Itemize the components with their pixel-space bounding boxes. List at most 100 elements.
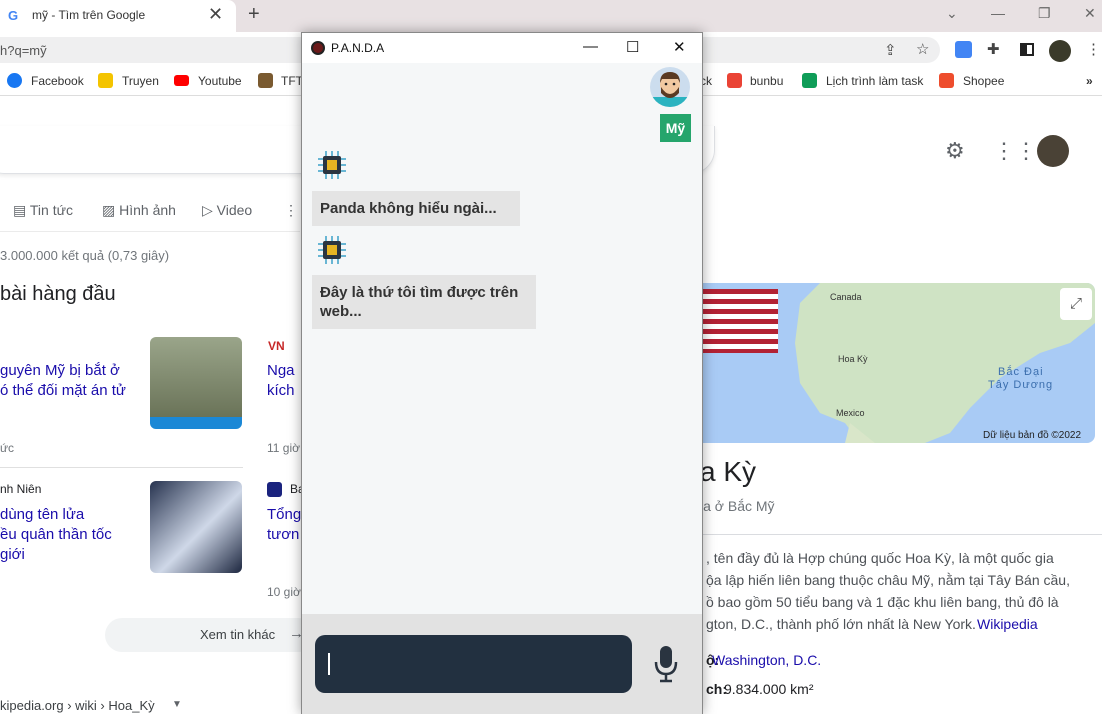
panda-close-icon[interactable]: ✕ — [673, 38, 686, 56]
panda-titlebar[interactable]: P.A.N.D.A — ☐ ✕ — [302, 33, 702, 63]
panda-maximize-icon[interactable]: ☐ — [626, 38, 639, 56]
account-avatar[interactable] — [1037, 135, 1069, 167]
gmail-icon — [727, 73, 742, 88]
divider — [0, 231, 300, 232]
area-value: 9.834.000 km² — [724, 681, 814, 697]
menu-icon[interactable]: ⋮ — [1086, 40, 1101, 58]
translate-extension-icon[interactable] — [955, 41, 972, 58]
tab-more-partial[interactable]: ⋮ — [284, 202, 298, 219]
sidepanel-icon[interactable] — [1020, 43, 1034, 56]
sheets-icon — [802, 73, 817, 88]
browser-tab[interactable]: G mỹ - Tìm trên Google ✕ — [0, 0, 236, 32]
map-label: Canada — [830, 292, 862, 302]
message-input[interactable] — [315, 635, 632, 693]
news-title[interactable]: kích — [267, 381, 295, 401]
settings-gear-icon[interactable]: ⚙ — [945, 138, 965, 164]
map-label: Bắc Đại — [998, 366, 1044, 378]
tab-search-icon[interactable]: ⌄ — [946, 5, 958, 22]
breadcrumb[interactable]: kipedia.org › wiki › Hoa_Kỳ — [0, 698, 155, 713]
kp-desc-line: ộa lập hiến liên bang thuộc châu Mỹ, nằm… — [706, 572, 1070, 588]
news-title[interactable]: giới — [0, 545, 25, 565]
news-meta: 10 giờ — [267, 585, 301, 599]
panda-minimize-icon[interactable]: — — [583, 38, 598, 55]
kp-subtitle: ia ở Bắc Mỹ — [700, 498, 775, 514]
tab-video-label: Video — [216, 202, 253, 218]
bookmark-star-icon[interactable]: ☆ — [916, 40, 929, 58]
text-caret — [328, 653, 330, 675]
bookmark-truyen[interactable]: Truyen — [122, 74, 159, 88]
result-count: 3.000.000 kết quả (0,73 giây) — [0, 248, 170, 263]
user-avatar — [650, 67, 690, 107]
news-title[interactable]: Tổng — [267, 505, 301, 525]
tft-icon — [258, 73, 273, 88]
news-title[interactable]: ều quân thần tốc — [0, 525, 112, 545]
panda-window: P.A.N.D.A — ☐ ✕ Mỹ Panda không hiểu ngài… — [301, 32, 703, 714]
youtube-icon — [174, 75, 189, 86]
top-stories-heading: bài hàng đầu — [0, 283, 116, 305]
bot-message: Panda không hiểu ngài... — [312, 191, 520, 226]
map-label: Mexico — [836, 408, 865, 418]
bookmark-lich-trinh[interactable]: Lịch trình làm task — [826, 74, 923, 88]
kp-desc-line: ồ bao gồm 50 tiểu bang và 1 đặc khu liên… — [706, 594, 1059, 610]
facebook-icon — [7, 73, 22, 88]
caret-down-icon[interactable]: ▼ — [172, 699, 182, 710]
kp-desc-line: gton, D.C., thành phố lớn nhất là New Yo… — [706, 616, 976, 632]
share-icon[interactable]: ⇪ — [884, 41, 897, 59]
vnexpress-logo: VN — [268, 339, 285, 353]
kp-desc-line: , tên đầy đủ là Hợp chúng quốc Hoa Kỳ, l… — [706, 550, 1054, 566]
nld-logo-icon — [267, 482, 282, 497]
news-title[interactable]: tươn — [267, 525, 299, 545]
tab-news-label: Tin tức — [29, 202, 73, 218]
more-bookmarks-icon[interactable]: » — [1086, 74, 1093, 88]
truyen-icon — [98, 73, 113, 88]
extensions-icon[interactable]: ✚ — [987, 40, 1000, 58]
news-meta: ức — [0, 441, 15, 455]
profile-avatar[interactable] — [1049, 40, 1071, 62]
close-window-icon[interactable]: ✕ — [1084, 5, 1096, 22]
news-thumbnail[interactable] — [150, 481, 242, 573]
tab-news[interactable]: ▤ Tin tức — [13, 202, 73, 219]
divider — [700, 534, 1102, 535]
expand-map-icon[interactable]: ⤢ — [1060, 288, 1092, 320]
bot-chip-icon — [314, 232, 350, 268]
bookmark-youtube[interactable]: Youtube — [198, 74, 242, 88]
us-flag — [700, 289, 778, 353]
tab-video[interactable]: ▷ Video — [202, 202, 252, 219]
shopee-icon — [939, 73, 954, 88]
news-thumbnail[interactable] — [150, 337, 242, 429]
panda-title: P.A.N.D.A — [331, 41, 385, 55]
news-title[interactable]: ó thể đối mặt án tử — [0, 381, 126, 401]
panda-app-icon — [311, 41, 325, 55]
capital-link[interactable]: Washington, D.C. — [712, 652, 821, 668]
more-news-label: Xem tin khác — [200, 627, 276, 642]
news-title[interactable]: Nga — [267, 361, 295, 381]
news-title[interactable]: dùng tên lửa — [0, 505, 84, 525]
bookmark-bunbu[interactable]: bunbu — [750, 74, 783, 88]
google-favicon-icon: G — [8, 8, 19, 23]
wikipedia-link[interactable]: Wikipedia — [977, 616, 1038, 632]
divider — [0, 467, 243, 468]
minimize-icon[interactable]: — — [991, 5, 1005, 21]
bot-message: Đây là thứ tôi tìm được trên web... — [312, 275, 536, 329]
news-source: nh Niên — [0, 482, 42, 496]
map-label: Tây Dương — [988, 379, 1054, 391]
new-tab-icon[interactable]: + — [248, 3, 260, 26]
bookmark-facebook[interactable]: Facebook — [31, 74, 84, 88]
news-meta: 11 giờ — [267, 441, 300, 455]
microphone-icon[interactable] — [654, 644, 678, 684]
tab-images-label: Hình ảnh — [119, 202, 176, 218]
bookmark-tft[interactable]: TFT — [281, 74, 303, 88]
kp-title: a Kỳ — [700, 456, 757, 487]
user-message: Mỹ — [660, 114, 691, 142]
map-label: Hoa Kỳ — [838, 354, 868, 364]
restore-icon[interactable]: ❐ — [1038, 5, 1051, 22]
news-title[interactable]: guyên Mỹ bị bắt ở — [0, 361, 120, 381]
apps-grid-icon[interactable]: ⋮⋮ — [993, 138, 1037, 164]
tab-title: mỹ - Tìm trên Google — [32, 8, 146, 22]
bookmark-shopee[interactable]: Shopee — [963, 74, 1004, 88]
bot-chip-icon — [314, 147, 350, 183]
close-tab-icon[interactable]: ✕ — [208, 4, 223, 25]
tab-images[interactable]: ▨ Hình ảnh — [102, 202, 176, 219]
map[interactable]: Canada Hoa Kỳ Mexico Bắc Đại Tây Dương D… — [700, 283, 1095, 443]
url-text[interactable]: h?q=mỹ — [0, 43, 47, 58]
